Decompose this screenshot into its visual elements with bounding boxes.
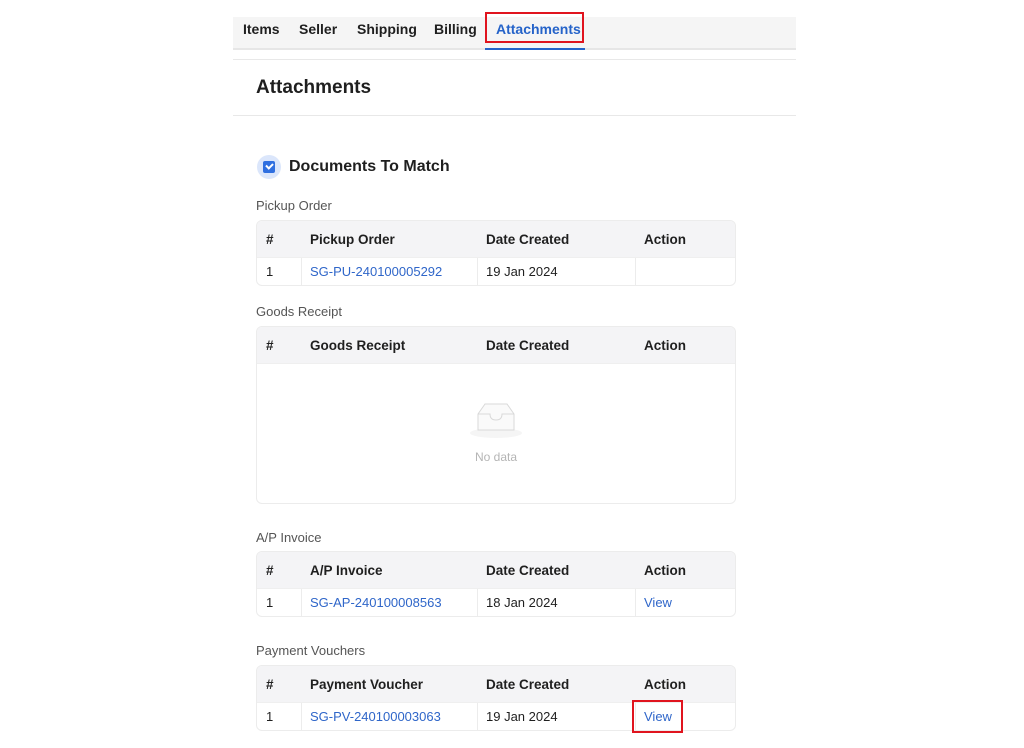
header-action: Action [644,676,686,692]
title-divider [233,115,796,116]
header-doc: Goods Receipt [310,337,406,353]
ap-invoice-table: # A/P Invoice Date Created Action 1 SG-A… [256,551,736,617]
empty-text: No data [474,450,518,464]
header-num: # [266,562,274,578]
date-created: 18 Jan 2024 [486,595,558,610]
pickup-order-table: # Pickup Order Date Created Action 1 SG-… [256,220,736,286]
tab-shipping[interactable]: Shipping [357,17,417,48]
date-created: 19 Jan 2024 [486,709,558,724]
date-created: 19 Jan 2024 [486,264,558,279]
ap-invoice-link[interactable]: SG-AP-240100008563 [310,589,442,616]
table-row: 1 SG-PV-240100003063 19 Jan 2024 View [257,702,735,730]
document-check-icon [257,155,281,179]
pickup-order-label: Pickup Order [256,198,332,213]
header-date: Date Created [486,231,570,247]
payment-voucher-table: # Payment Voucher Date Created Action 1 … [256,665,736,731]
tabbar-divider [233,59,796,60]
pickup-order-link[interactable]: SG-PU-240100005292 [310,258,442,285]
view-button[interactable]: View [644,589,672,616]
tab-attachments[interactable]: Attachments [496,17,581,48]
table-header: # Pickup Order Date Created Action [257,221,735,257]
header-doc: Pickup Order [310,231,395,247]
goods-receipt-label: Goods Receipt [256,304,342,319]
header-num: # [266,231,274,247]
empty-inbox-icon [470,403,522,438]
header-action: Action [644,562,686,578]
active-tab-indicator [485,48,585,50]
page-title: Attachments [256,77,372,98]
row-num: 1 [266,264,274,279]
header-date: Date Created [486,676,570,692]
table-header: # A/P Invoice Date Created Action [257,552,735,588]
payment-vouchers-label: Payment Vouchers [256,643,366,658]
header-action: Action [644,337,686,353]
view-button[interactable]: View [644,703,672,730]
ap-invoice-label: A/P Invoice [256,530,322,545]
table-header: # Payment Voucher Date Created Action [257,666,735,702]
tab-items[interactable]: Items [243,17,280,48]
header-num: # [266,337,274,353]
header-date: Date Created [486,562,570,578]
row-num: 1 [266,595,274,610]
header-num: # [266,676,274,692]
header-doc: A/P Invoice [310,562,383,578]
goods-receipt-table: # Goods Receipt Date Created Action No d… [256,326,736,504]
row-num: 1 [266,709,274,724]
table-row: 1 SG-AP-240100008563 18 Jan 2024 View [257,588,735,616]
table-row: 1 SG-PU-240100005292 19 Jan 2024 [257,257,735,285]
tab-seller[interactable]: Seller [299,17,337,48]
tab-billing[interactable]: Billing [434,17,477,48]
header-date: Date Created [486,337,570,353]
header-doc: Payment Voucher [310,676,424,692]
empty-state: No data [257,363,735,503]
header-action: Action [644,231,686,247]
section-title: Documents To Match [289,158,450,175]
payment-voucher-link[interactable]: SG-PV-240100003063 [310,703,441,730]
table-header: # Goods Receipt Date Created Action [257,327,735,363]
